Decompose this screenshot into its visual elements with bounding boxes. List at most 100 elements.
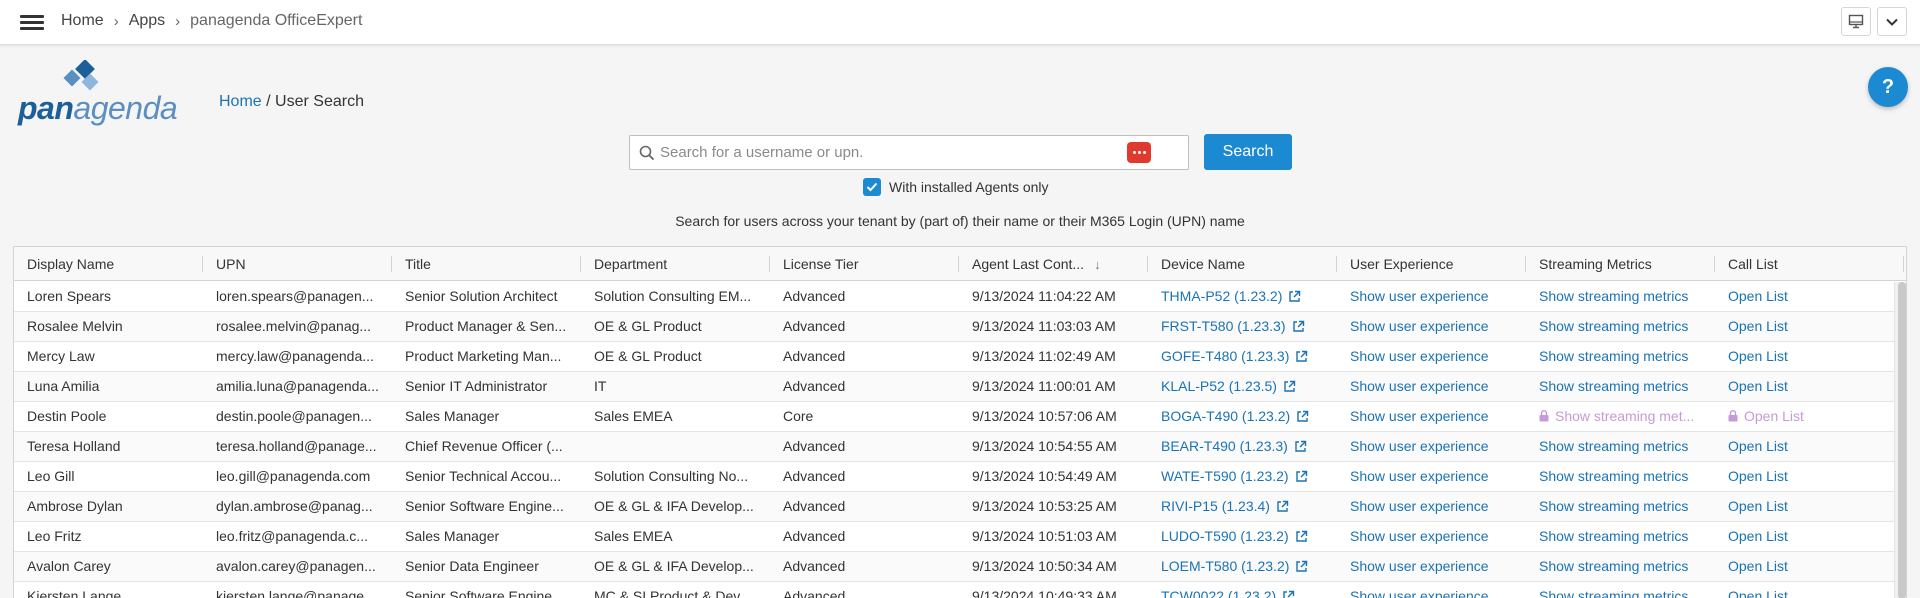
open-call-list-link[interactable]: Open List: [1715, 372, 1904, 401]
column-header-title[interactable]: Title: [392, 247, 581, 281]
external-link-icon[interactable]: [1295, 350, 1308, 363]
table-row[interactable]: Destin Poole destin.poole@panagen... Sales…: [14, 402, 1894, 432]
table-row[interactable]: Rosalee Melvin rosalee.melvin@panag... Pro…: [14, 312, 1894, 342]
device-link[interactable]: BOGA-T490 (1.23.2): [1161, 408, 1290, 424]
cell-license-tier: Core: [783, 408, 814, 424]
device-link[interactable]: WATE-T590 (1.23.2): [1161, 468, 1289, 484]
external-link-icon[interactable]: [1294, 440, 1307, 453]
column-header-device-name[interactable]: Device Name: [1148, 247, 1337, 281]
open-call-list-link[interactable]: Open List: [1715, 582, 1904, 598]
table-row[interactable]: Teresa Holland teresa.holland@panage... Ch…: [14, 432, 1894, 462]
show-user-experience-link[interactable]: Show user experience: [1337, 522, 1526, 551]
table-row[interactable]: Avalon Carey avalon.carey@panagen... Senio…: [14, 552, 1894, 582]
external-link-icon[interactable]: [1295, 530, 1308, 543]
open-call-list-link[interactable]: Open List: [1715, 522, 1904, 551]
show-streaming-metrics-link[interactable]: Show streaming metrics: [1526, 432, 1715, 461]
show-user-experience-link[interactable]: Show user experience: [1337, 282, 1526, 311]
show-user-experience-link[interactable]: Show user experience: [1337, 402, 1526, 431]
cell-license-tier: Advanced: [783, 588, 846, 598]
chevron-right-icon: ›: [113, 12, 119, 30]
external-link-icon[interactable]: [1295, 560, 1308, 573]
column-header-upn[interactable]: UPN: [203, 247, 392, 281]
show-user-experience-link[interactable]: Show user experience: [1337, 462, 1526, 491]
help-button[interactable]: ?: [1868, 67, 1908, 107]
show-streaming-metrics-link[interactable]: Show streaming metrics: [1526, 492, 1715, 521]
external-link-icon[interactable]: [1295, 470, 1308, 483]
external-link-icon[interactable]: [1282, 590, 1295, 598]
open-call-list-link[interactable]: Open List: [1715, 462, 1904, 491]
installed-agents-checkbox[interactable]: [863, 178, 881, 196]
external-link-icon[interactable]: [1292, 320, 1305, 333]
show-streaming-metrics-link[interactable]: Show streaming metrics: [1526, 522, 1715, 551]
device-link[interactable]: RIVI-P15 (1.23.4): [1161, 498, 1270, 514]
show-streaming-metrics-link[interactable]: Show streaming metrics: [1526, 552, 1715, 581]
column-header-license-tier[interactable]: License Tier: [770, 247, 959, 281]
device-link[interactable]: FRST-T580 (1.23.3): [1161, 318, 1286, 334]
show-streaming-metrics-link[interactable]: Show streaming metrics: [1526, 282, 1715, 311]
table-row[interactable]: Kiersten Lange kiersten.lange@panage... Se…: [14, 582, 1894, 598]
device-link[interactable]: THMA-P52 (1.23.2): [1161, 288, 1282, 304]
password-manager-icon[interactable]: [1127, 142, 1151, 163]
column-header-streaming-metrics[interactable]: Streaming Metrics: [1526, 247, 1715, 281]
external-link-icon[interactable]: [1296, 410, 1309, 423]
cell-display-name: Ambrose Dylan: [27, 498, 123, 514]
device-link[interactable]: LUDO-T590 (1.23.2): [1161, 528, 1289, 544]
cell-agent-last-contact: 9/13/2024 10:53:25 AM: [972, 498, 1117, 514]
expand-menu-button[interactable]: [1877, 7, 1907, 36]
open-call-list-link[interactable]: Open List: [1715, 342, 1904, 371]
show-user-experience-link[interactable]: Show user experience: [1337, 372, 1526, 401]
device-link[interactable]: KLAL-P52 (1.23.5): [1161, 378, 1277, 394]
column-header-agent-last-contact[interactable]: Agent Last Cont... ↓: [959, 247, 1148, 281]
cell-display-name: Destin Poole: [27, 408, 107, 424]
table-scrollbar[interactable]: [1894, 282, 1906, 598]
column-header-user-experience[interactable]: User Experience: [1337, 247, 1526, 281]
page-breadcrumb-current: User Search: [275, 93, 364, 110]
search-button[interactable]: Search: [1204, 134, 1292, 170]
show-streaming-metrics-link[interactable]: Show streaming metrics: [1526, 462, 1715, 491]
hamburger-menu-icon[interactable]: [20, 13, 44, 31]
device-link[interactable]: LOEM-T580 (1.23.2): [1161, 558, 1289, 574]
device-link[interactable]: BEAR-T490 (1.23.3): [1161, 438, 1288, 454]
external-link-icon[interactable]: [1283, 380, 1296, 393]
breadcrumb-apps[interactable]: Apps: [129, 12, 165, 30]
column-header-department[interactable]: Department: [581, 247, 770, 281]
cell-department: OE & GL Product: [594, 318, 702, 334]
show-user-experience-link[interactable]: Show user experience: [1337, 432, 1526, 461]
cell-title: Senior IT Administrator: [405, 378, 548, 394]
open-call-list-link[interactable]: Open List: [1715, 282, 1904, 311]
show-streaming-metrics-link[interactable]: Show streaming metrics: [1526, 372, 1715, 401]
show-streaming-metrics-link[interactable]: Show streaming metrics: [1526, 582, 1715, 598]
breadcrumb-home[interactable]: Home: [61, 12, 104, 30]
cell-device-name: TCW0022 (1.23.2): [1148, 582, 1337, 598]
show-user-experience-link[interactable]: Show user experience: [1337, 582, 1526, 598]
table-row[interactable]: Loren Spears loren.spears@panagen... Senio…: [14, 282, 1894, 312]
page-breadcrumb-home-link[interactable]: Home: [219, 93, 262, 110]
table-row[interactable]: Ambrose Dylan dylan.ambrose@panag... Senio…: [14, 492, 1894, 522]
table-row[interactable]: Leo Gill leo.gill@panagenda.com Senior Tec…: [14, 462, 1894, 492]
table-row[interactable]: Luna Amilia amilia.luna@panagenda... Senio…: [14, 372, 1894, 402]
show-streaming-metrics-link[interactable]: Show streaming metrics: [1526, 342, 1715, 371]
external-link-icon[interactable]: [1288, 290, 1301, 303]
chevron-right-icon: ›: [175, 12, 181, 30]
installed-agents-label[interactable]: With installed Agents only: [889, 179, 1049, 195]
column-header-call-list[interactable]: Call List: [1715, 247, 1904, 281]
table-row[interactable]: Mercy Law mercy.law@panagenda... Product M…: [14, 342, 1894, 372]
open-call-list-link[interactable]: Open List: [1715, 552, 1904, 581]
column-header-display-name[interactable]: Display Name: [14, 247, 203, 281]
open-call-list-link[interactable]: Open List: [1715, 432, 1904, 461]
search-input[interactable]: [660, 136, 1130, 169]
show-user-experience-link[interactable]: Show user experience: [1337, 312, 1526, 341]
cell-display-name: Teresa Holland: [27, 438, 121, 454]
table-row[interactable]: Leo Fritz leo.fritz@panagenda.c... Sales M…: [14, 522, 1894, 552]
desktop-view-button[interactable]: [1841, 7, 1871, 36]
external-link-icon[interactable]: [1276, 500, 1289, 513]
open-call-list-link[interactable]: Open List: [1715, 492, 1904, 521]
open-call-list-link[interactable]: Open List: [1715, 312, 1904, 341]
show-streaming-metrics-link[interactable]: Show streaming metrics: [1526, 312, 1715, 341]
scrollbar-thumb[interactable]: [1898, 282, 1906, 598]
device-link[interactable]: TCW0022 (1.23.2): [1161, 588, 1276, 598]
device-link[interactable]: GOFE-T480 (1.23.3): [1161, 348, 1289, 364]
show-user-experience-link[interactable]: Show user experience: [1337, 492, 1526, 521]
show-user-experience-link[interactable]: Show user experience: [1337, 552, 1526, 581]
show-user-experience-link[interactable]: Show user experience: [1337, 342, 1526, 371]
